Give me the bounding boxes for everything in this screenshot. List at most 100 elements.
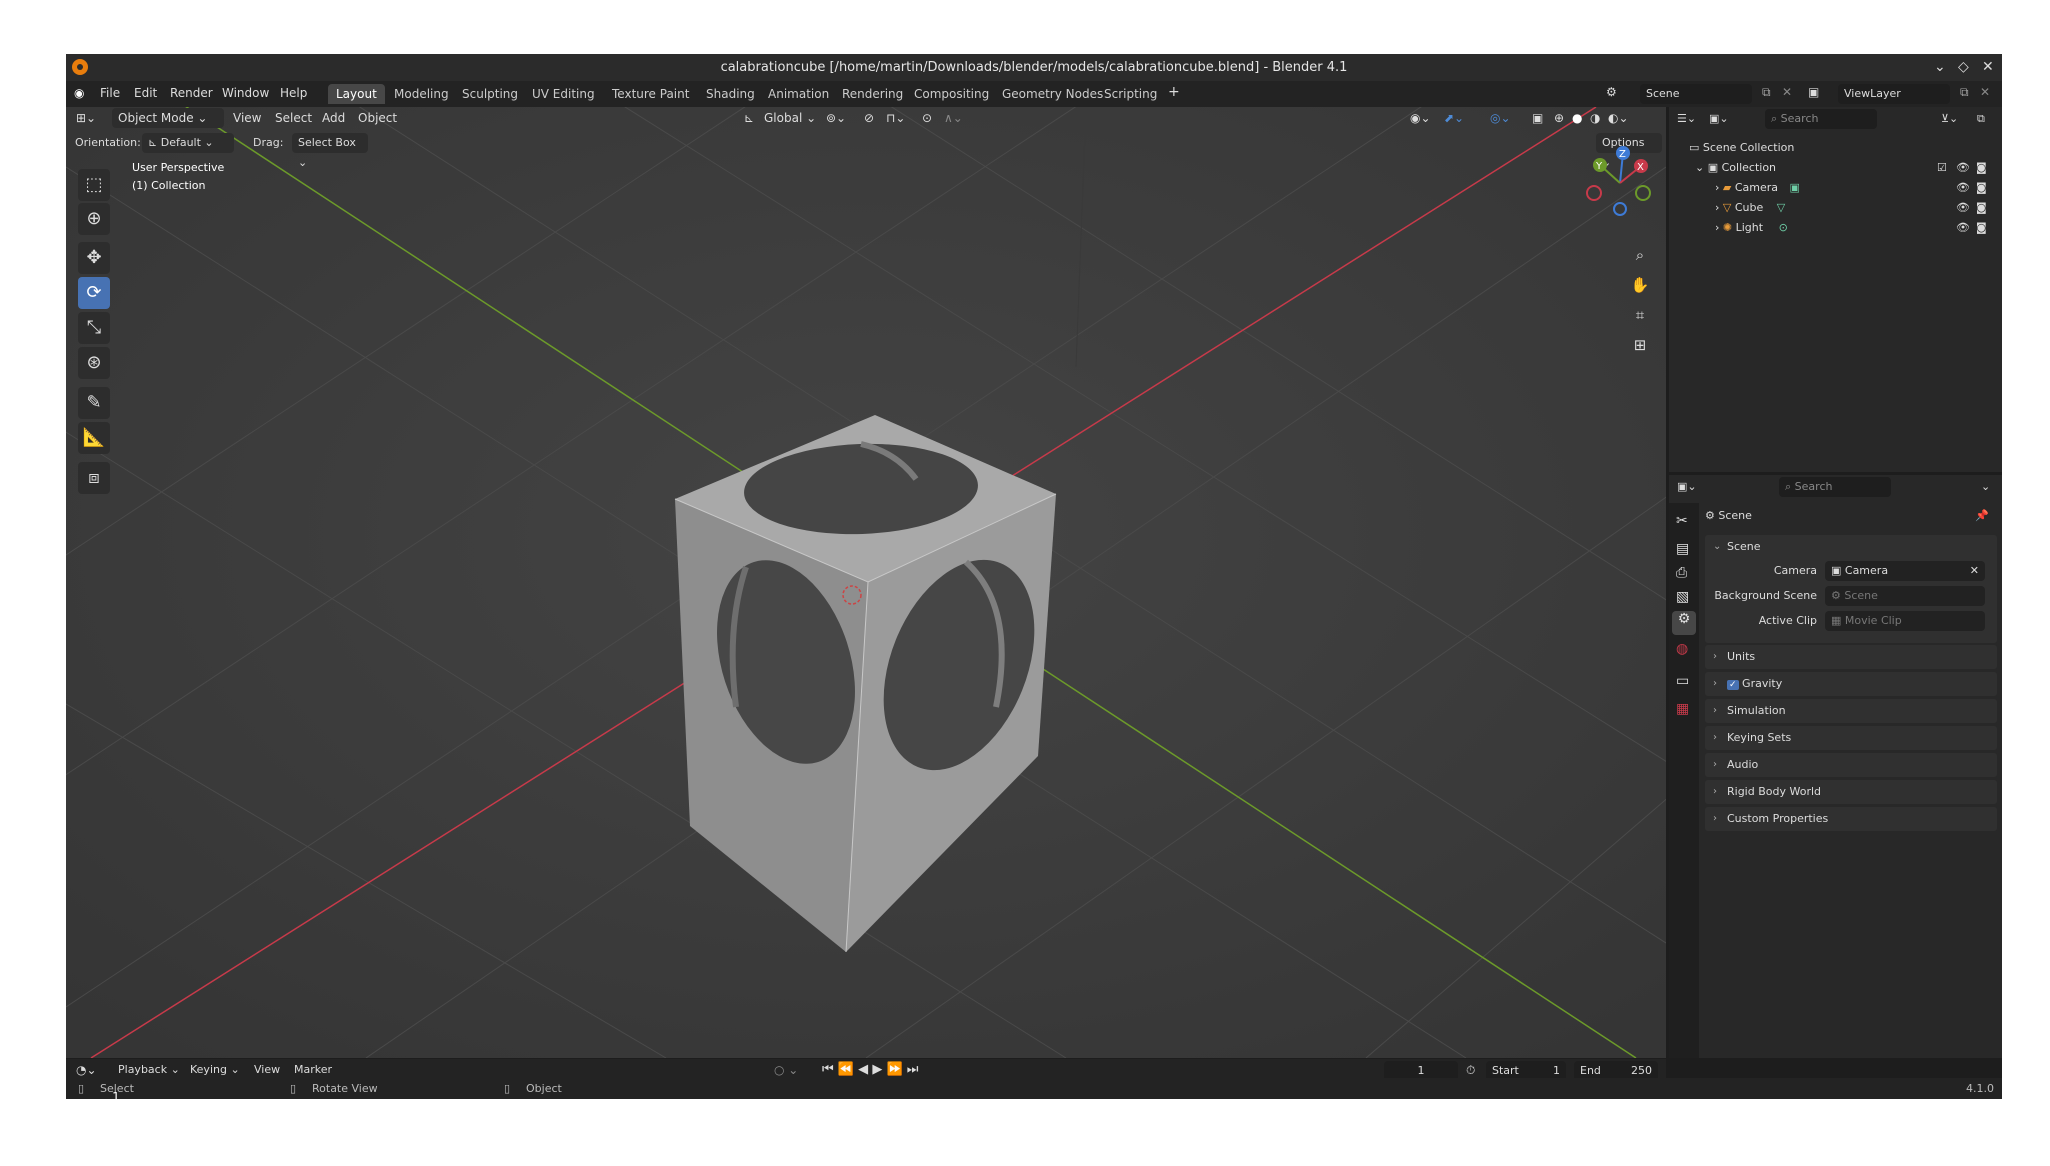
outliner-scene-collection[interactable]: ▭ Scene Collection [1669, 138, 2002, 158]
menu-help[interactable]: Help [280, 86, 307, 100]
maximize-icon[interactable]: ◇ [1958, 54, 1969, 81]
zoom-icon[interactable]: ⌕ [1627, 242, 1653, 268]
rigid-body-world-panel[interactable]: › Rigid Body World [1705, 780, 1997, 804]
outliner-type-icon[interactable]: ☰⌄ [1677, 109, 1696, 129]
navigation-gizmo[interactable]: Z Y X [1586, 145, 1656, 225]
collection-render-icon[interactable]: ◙ [1976, 158, 1987, 178]
properties-search[interactable]: ⌕ Search [1779, 477, 1891, 497]
rotate-tool[interactable]: ⟳ [78, 277, 110, 309]
scene-tab-icon[interactable]: ⚙ [1672, 611, 1696, 635]
gizmo-neg-y-icon[interactable] [1635, 185, 1651, 201]
scene-panel-title[interactable]: Scene [1727, 540, 1761, 553]
overlay-toggle-icon[interactable]: ◎⌄ [1490, 107, 1511, 129]
shading-rendered-icon[interactable]: ◐⌄ [1608, 107, 1629, 129]
menu-view[interactable]: View [233, 107, 261, 129]
keying-sets-panel[interactable]: › Keying Sets [1705, 726, 1997, 750]
camera-view-icon[interactable]: ⌗ [1627, 302, 1653, 328]
jump-end-icon[interactable]: ⏭ [907, 1062, 919, 1077]
background-scene-field[interactable]: ⚙ Scene [1825, 586, 1985, 606]
viewlayer-icon[interactable]: ▣ [1808, 85, 1819, 99]
tab-geometry-nodes[interactable]: Geometry Nodes [994, 84, 1111, 104]
tab-uv-editing[interactable]: UV Editing [524, 84, 603, 104]
proportional-editing-icon[interactable]: ⊙ [922, 107, 932, 129]
menu-file[interactable]: File [100, 86, 120, 100]
menu-edit[interactable]: Edit [134, 86, 157, 100]
cube-eye-icon[interactable]: 👁 [1956, 198, 1970, 218]
light-eye-icon[interactable]: 👁 [1956, 218, 1970, 238]
tab-animation[interactable]: Animation [760, 84, 837, 104]
drag-dropdown[interactable]: Select Box ⌄ [292, 133, 368, 169]
view-layer-tab-icon[interactable]: ▧ [1676, 589, 1689, 605]
filter-icon[interactable]: ⊻⌄ [1941, 109, 1958, 129]
tab-texture-paint[interactable]: Texture Paint [604, 84, 697, 104]
custom-properties-panel[interactable]: › Custom Properties [1705, 807, 1997, 831]
orientation-dropdown[interactable]: ⊾ Default ⌄ [142, 133, 234, 153]
remove-scene-icon[interactable]: ✕ [1782, 85, 1792, 99]
units-panel[interactable]: › Units [1705, 645, 1997, 669]
tab-compositing[interactable]: Compositing [906, 84, 997, 104]
prev-keyframe-icon[interactable]: ⏪ [838, 1062, 854, 1077]
outliner-item-cube[interactable]: › ▽ Cube ▽ 👁 ◙ [1669, 198, 2002, 218]
measure-tool[interactable]: 📐 [78, 422, 110, 454]
cursor-tool[interactable]: ⊕ [78, 203, 110, 235]
collection-eye-icon[interactable]: 👁 [1956, 158, 1970, 178]
cube-render-icon[interactable]: ◙ [1976, 198, 1987, 218]
collection-tab-icon[interactable]: ▭ [1676, 673, 1689, 689]
xray-icon[interactable]: ▣ [1532, 107, 1543, 129]
transform-orientation-icon[interactable]: ⊾ [744, 107, 754, 129]
snap-target-icon[interactable]: ⊓⌄ [886, 107, 905, 129]
add-workspace-icon[interactable]: + [1168, 84, 1180, 100]
annotate-tool[interactable]: ✎ [78, 387, 110, 419]
menu-render[interactable]: Render [170, 86, 213, 100]
mode-dropdown[interactable]: Object Mode ⌄ [112, 108, 224, 128]
gizmo-neg-x-icon[interactable] [1586, 185, 1602, 201]
blender-menu-icon[interactable]: ◉ [74, 86, 84, 100]
scene-type-icon[interactable]: ⚙ [1606, 85, 1617, 99]
add-cube-tool[interactable]: ⧈ [78, 462, 110, 494]
clear-camera-icon[interactable]: ✕ [1970, 561, 1979, 581]
collection-checkbox-icon[interactable]: ☑ [1937, 158, 1947, 178]
jump-start-icon[interactable]: ⏮ [822, 1062, 834, 1077]
play-reverse-icon[interactable]: ◀ [858, 1062, 868, 1077]
gravity-checkbox[interactable]: ✓ [1727, 680, 1739, 690]
shading-wireframe-icon[interactable]: ⊕ [1554, 107, 1564, 129]
pivot-point-icon[interactable]: ⊚⌄ [826, 107, 846, 129]
pin-icon[interactable]: 📌 [1975, 506, 1989, 526]
outliner-collection[interactable]: ⌄ ▣ Collection ☑ 👁 ◙ [1669, 158, 2002, 178]
grid-view-icon[interactable]: ⊞ [1627, 332, 1653, 358]
camera-eye-icon[interactable]: 👁 [1956, 178, 1970, 198]
tab-modeling[interactable]: Modeling [386, 84, 457, 104]
outliner-search[interactable]: ⌕ Search [1765, 109, 1877, 129]
snap-icon[interactable]: ⊘ [864, 107, 874, 129]
camera-field[interactable]: ▣ Camera ✕ [1825, 561, 1985, 581]
simulation-panel[interactable]: › Simulation [1705, 699, 1997, 723]
scene-selector[interactable]: Scene [1640, 84, 1752, 104]
gizmo-toggle-icon[interactable]: ⬈⌄ [1444, 107, 1464, 129]
remove-viewlayer-icon[interactable]: ✕ [1980, 85, 1990, 99]
minimize-icon[interactable]: ⌄ [1934, 54, 1946, 81]
next-keyframe-icon[interactable]: ⏩ [886, 1062, 902, 1077]
pan-hand-icon[interactable]: ✋ [1627, 272, 1653, 298]
tab-rendering[interactable]: Rendering [834, 84, 911, 104]
new-scene-icon[interactable]: ⧉ [1762, 85, 1771, 100]
output-tab-icon[interactable]: ⎙ [1676, 565, 1687, 581]
tab-scripting[interactable]: Scripting [1096, 84, 1165, 104]
display-mode-icon[interactable]: ▣⌄ [1709, 109, 1729, 129]
menu-select[interactable]: Select [275, 107, 312, 129]
menu-window[interactable]: Window [222, 86, 269, 100]
close-icon[interactable]: ✕ [1982, 54, 1994, 81]
viewlayer-selector[interactable]: ViewLayer [1838, 84, 1950, 104]
new-collection-icon[interactable]: ⧉ [1977, 109, 1985, 129]
visibility-icon[interactable]: ◉⌄ [1410, 107, 1431, 129]
tab-sculpting[interactable]: Sculpting [454, 84, 526, 104]
menu-object[interactable]: Object [358, 107, 397, 129]
outliner-item-light[interactable]: › ✺ Light ⊙ 👁 ◙ [1669, 218, 2002, 238]
light-render-icon[interactable]: ◙ [1976, 218, 1987, 238]
transform-orientation-dropdown[interactable]: Global ⌄ [764, 107, 816, 129]
editor-type-icon[interactable]: ⊞⌄ [76, 107, 96, 129]
move-tool[interactable]: ✥ [78, 242, 110, 274]
scene-panel-chevron-icon[interactable]: ⌄ [1713, 535, 1721, 559]
tab-shading[interactable]: Shading [698, 84, 763, 104]
tab-layout[interactable]: Layout [328, 84, 385, 104]
gravity-panel[interactable]: › ✓ Gravity [1705, 672, 1997, 696]
